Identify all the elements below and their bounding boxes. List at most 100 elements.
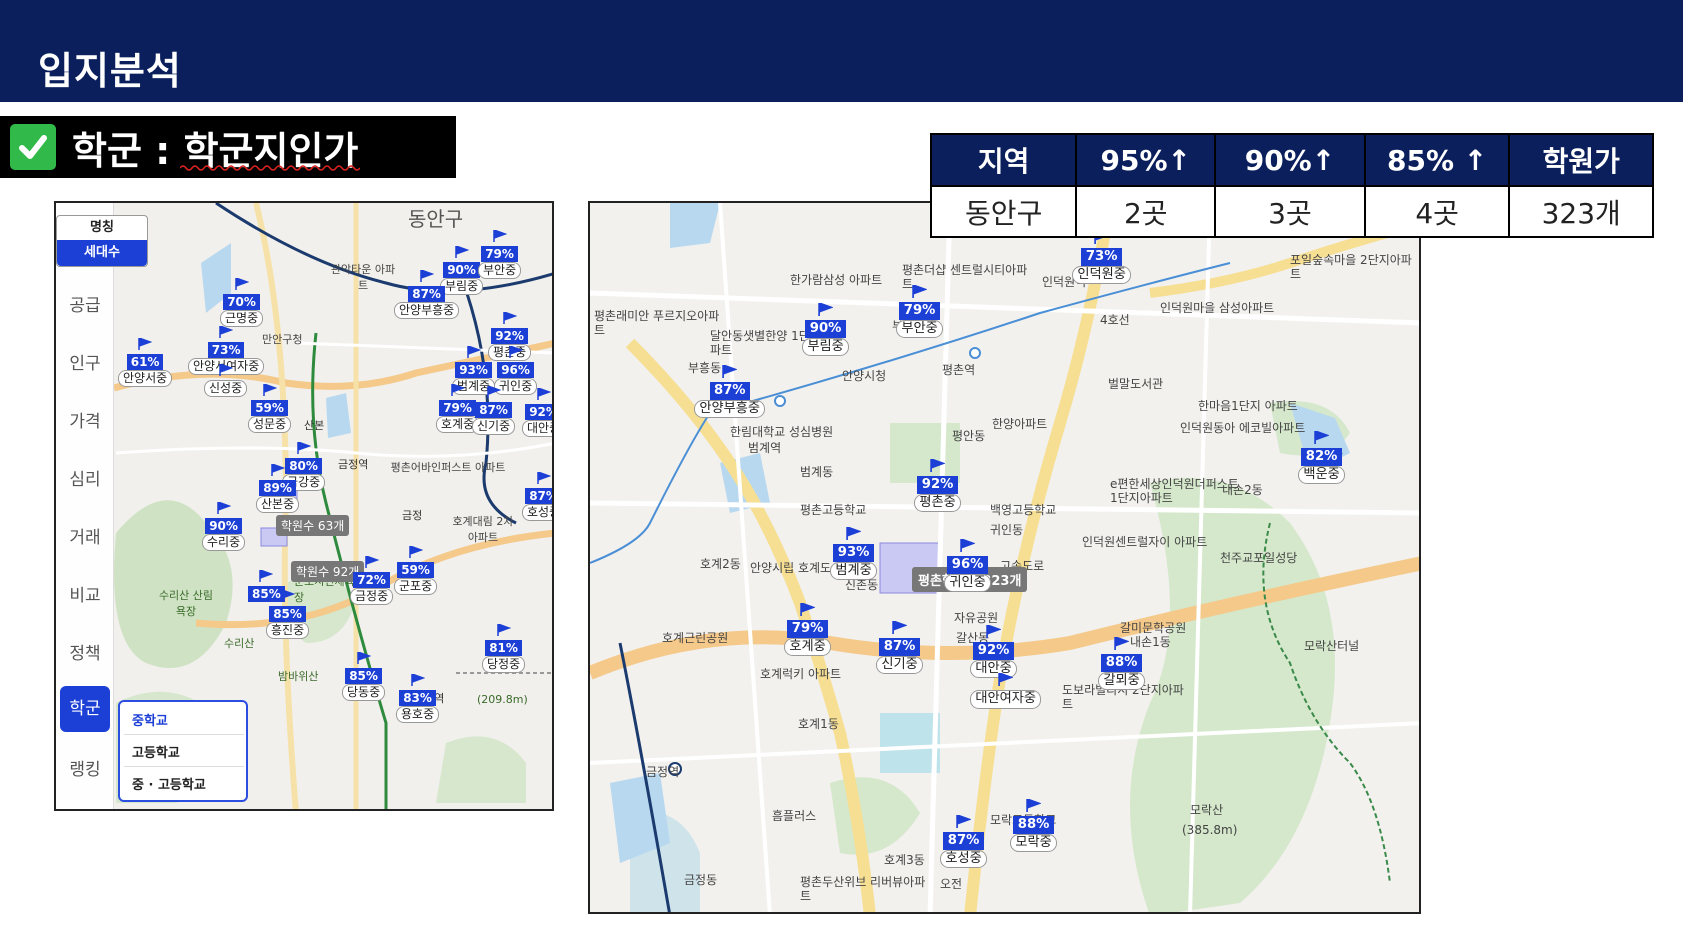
- school-pin[interactable]: 87% 안양부흥중: [394, 267, 460, 319]
- flag-icon: [270, 461, 285, 480]
- legend-toggle[interactable]: 명칭 세대수: [56, 215, 148, 267]
- school-pin[interactable]: 93% 범계중: [830, 525, 878, 581]
- flag-icon: [846, 525, 862, 544]
- school-percent-badge: 87%: [879, 638, 920, 656]
- school-name-label: 안양부흥중: [694, 399, 766, 419]
- school-percent-badge: 73%: [207, 342, 245, 358]
- side-menu-item-policy[interactable]: 정책: [56, 639, 114, 664]
- school-pin[interactable]: 대안여자중: [970, 671, 1042, 709]
- school-percent-badge: 81%: [485, 640, 522, 656]
- place-label: 호계2동: [700, 557, 741, 571]
- legend-households-option[interactable]: 세대수: [57, 240, 147, 266]
- school-option-middle-high[interactable]: 중 · 고등학교: [132, 774, 206, 793]
- school-pin[interactable]: 61% 안양서중: [118, 335, 173, 387]
- flag-icon: [508, 343, 523, 362]
- school-percent-badge: 92%: [491, 328, 528, 344]
- flag-icon: [364, 553, 379, 572]
- school-name-label: 호계중: [784, 637, 832, 657]
- school-pin[interactable]: 87%호성중: [522, 469, 552, 521]
- table-row: 동안구 2곳 3곳 4곳 323개: [929, 185, 1654, 238]
- school-percent-badge: 87%: [525, 488, 552, 504]
- school-pin[interactable]: 90% 부림중: [802, 301, 850, 357]
- place-label: 금정: [402, 509, 423, 522]
- flag-icon: [956, 813, 972, 832]
- school-option-middle[interactable]: 중학교: [132, 710, 168, 729]
- school-pin[interactable]: 79% 호계중: [784, 601, 832, 657]
- school-pin[interactable]: 82% 백운중: [1298, 429, 1346, 485]
- school-pin[interactable]: 88% 모락중: [1010, 797, 1058, 853]
- school-pin[interactable]: 90% 수리중: [202, 499, 246, 551]
- flag-icon: [930, 457, 946, 476]
- flag-icon: [998, 671, 1014, 690]
- school-percent-badge: 70%: [223, 294, 260, 310]
- school-name-label: 신기중: [876, 655, 924, 675]
- flag-icon: [138, 335, 153, 354]
- flag-icon: [960, 537, 976, 556]
- school-pin[interactable]: 신성중: [204, 361, 248, 397]
- place-label: 모락산: [1190, 803, 1224, 817]
- school-pin[interactable]: 96% 귀인중: [944, 537, 992, 593]
- school-name-label: 대안여자중: [970, 690, 1042, 709]
- flag-icon: [800, 601, 816, 620]
- school-pin[interactable]: 92%대안중: [970, 623, 1018, 679]
- school-pin[interactable]: 92%대안중: [522, 385, 552, 437]
- school-name-label: 산본중: [256, 496, 300, 513]
- school-pin[interactable]: 79% 부안중: [896, 283, 944, 339]
- side-menu-item-supply[interactable]: 공급: [56, 291, 114, 316]
- school-pin[interactable]: 72% 금정중: [350, 553, 394, 605]
- stats-table: 지역 95%↑ 90%↑ 85% ↑ 학원가 동안구 2곳 3곳 4곳 323개: [929, 133, 1654, 238]
- place-label: 신촌동: [845, 578, 879, 592]
- school-pin[interactable]: 87% 신기중: [472, 383, 516, 435]
- school-pin[interactable]: 92%평촌중: [914, 457, 962, 513]
- spellcheck-underline: [180, 165, 360, 171]
- school-name-label: 백운중: [1298, 465, 1346, 485]
- side-menu-item-population[interactable]: 인구: [56, 349, 114, 374]
- place-label: 평촌어바인퍼스트 아파트: [390, 461, 506, 474]
- place-label: 금정역: [646, 765, 680, 779]
- right-map[interactable]: 한가람삼성 아파트 평촌더샵 센트럴시티아파트 인덕원역 포일숲속마을 2단지아파트 평…: [588, 201, 1421, 914]
- place-label: 한마음1단지 아파트: [1198, 399, 1298, 413]
- left-map[interactable]: 동안구 관악타운 아파트 만안구청 금정역 평촌어바인퍼스트 아파트 호계대림 …: [54, 201, 554, 811]
- school-name-label: 귀인중: [944, 573, 992, 593]
- school-pin[interactable]: 88% 갈뫼중: [1098, 635, 1146, 691]
- side-menu-item-price[interactable]: 가격: [56, 407, 114, 432]
- flag-icon: [419, 267, 434, 286]
- place-label: 관악타운 아파트: [330, 263, 396, 292]
- school-pin[interactable]: 89% 산본중: [256, 461, 300, 513]
- flag-icon: [454, 243, 469, 262]
- flag-icon: [912, 283, 928, 302]
- school-pin[interactable]: 83% 용호중: [396, 671, 440, 723]
- school-pin[interactable]: 87% 안양부흥중: [694, 363, 766, 419]
- school-pin[interactable]: 59% 성문중: [248, 381, 292, 433]
- side-menu-item-sentiment[interactable]: 심리: [56, 465, 114, 490]
- school-pin[interactable]: 70% 근명중: [220, 275, 264, 327]
- school-pin[interactable]: 81% 당정중: [482, 621, 526, 673]
- place-label: 내손2동: [1222, 483, 1263, 497]
- table-cell: 동안구: [929, 185, 1078, 238]
- side-menu-item-school[interactable]: 학군: [60, 686, 110, 732]
- district-label: 동안구: [408, 207, 464, 231]
- place-label: 오전: [940, 877, 963, 891]
- table-cell: 2곳: [1075, 185, 1217, 238]
- school-percent-badge: 59%: [251, 400, 288, 416]
- school-pin[interactable]: 87%호성중: [940, 813, 988, 869]
- side-menu-item-compare[interactable]: 비교: [56, 581, 114, 606]
- school-pin[interactable]: 87% 신기중: [876, 619, 924, 675]
- flag-icon: [492, 227, 507, 246]
- legend-name-option[interactable]: 명칭: [57, 216, 147, 240]
- place-label: 평촌두산위브 리버뷰아파트: [800, 875, 926, 903]
- school-name-label: 범계중: [830, 561, 878, 581]
- school-pin[interactable]: 85% 흥진중: [266, 587, 310, 639]
- side-menu-item-transaction[interactable]: 거래: [56, 523, 114, 548]
- school-option-high[interactable]: 고등학교: [132, 742, 180, 761]
- school-name-label: 모락중: [1010, 833, 1058, 853]
- side-menu-item-ranking[interactable]: 랭킹: [56, 755, 114, 780]
- academy-count-label: 학원수 63개: [276, 515, 350, 536]
- school-pin[interactable]: 85% 당동중: [342, 649, 386, 701]
- place-label: 범계역: [748, 441, 782, 455]
- school-pin[interactable]: 79% 부안중: [478, 227, 522, 279]
- table-header: 95%↑: [1075, 133, 1217, 187]
- school-pin[interactable]: 59% 군포중: [394, 543, 438, 595]
- school-percent-badge: 92%: [917, 476, 958, 494]
- place-label: 수리산: [224, 637, 255, 650]
